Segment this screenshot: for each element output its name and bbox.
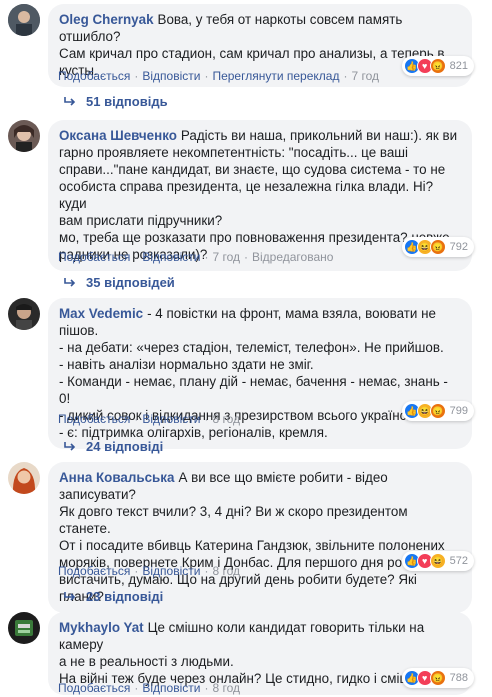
comment-author[interactable]: Анна Ковальська	[59, 470, 174, 485]
angry-reaction-icon: 😠	[429, 670, 446, 686]
reaction-count: 792	[449, 241, 468, 253]
haha-reaction-icon: 😆	[429, 553, 446, 569]
reply-link[interactable]: Відповісти	[142, 412, 200, 426]
reaction-count: 788	[449, 672, 468, 684]
reply-link[interactable]: Відповісти	[142, 564, 200, 578]
like-link[interactable]: Подобається	[58, 69, 130, 83]
like-link[interactable]: Подобається	[58, 250, 130, 264]
reactions-summary[interactable]: 👍 ♥ 😠 821	[401, 56, 474, 76]
avatar[interactable]	[8, 120, 40, 152]
reactions-summary[interactable]: 👍 😆 😠 799	[401, 401, 474, 421]
comment-actions: Подобається · Відповісти · Переглянути перек…	[58, 69, 380, 83]
comment-text-line: Радість ви наша, прикольний ви наш:). як…	[180, 128, 458, 143]
replies-count: 23 відповіді	[86, 589, 164, 604]
comment-author[interactable]: Оксана Шевченко	[59, 128, 177, 143]
comment-text-line: Як довго текст вчили? 3, 4 дні? Ви ж ско…	[59, 504, 408, 536]
timestamp[interactable]: 8 год	[212, 681, 240, 695]
comment-text-line: Сам кричал про стадион, сам кричал про а…	[59, 46, 445, 61]
comment-text-line: а не в реальності з людьми.	[59, 654, 234, 669]
reaction-count: 572	[449, 555, 468, 567]
comment-text-line: - на дебати: «через стадіон, телеміст, т…	[59, 340, 444, 355]
view-replies-link[interactable]: 23 відповіді	[64, 588, 163, 606]
like-link[interactable]: Подобається	[58, 681, 130, 695]
like-link[interactable]: Подобається	[58, 564, 130, 578]
comment-text-line: гарно проявляете некомпетентність: "поса…	[59, 145, 408, 160]
angry-reaction-icon: 😠	[429, 239, 446, 255]
view-replies-link[interactable]: 24 відповіді	[64, 438, 163, 456]
reactions-summary[interactable]: 👍 😆 😠 792	[401, 237, 474, 257]
reaction-count: 799	[449, 405, 468, 417]
comment-text-line: - Команди - немає, плану дій - немає, ба…	[59, 374, 448, 406]
timestamp[interactable]: 7 год	[351, 69, 379, 83]
reply-arrow-icon	[64, 278, 76, 287]
comment-text-line: - навіть аналізи нормально здати не зміг…	[59, 357, 314, 372]
reply-arrow-icon	[64, 442, 76, 451]
see-translation-link[interactable]: Переглянути переклад	[212, 69, 339, 83]
reaction-count: 821	[449, 60, 468, 72]
angry-reaction-icon: 😠	[429, 58, 446, 74]
comment-actions: Подобається · Відповісти · 7 год · Відредагова…	[58, 250, 334, 264]
like-link[interactable]: Подобається	[58, 412, 130, 426]
avatar[interactable]	[8, 462, 40, 494]
comment-actions: Подобається · Відповісти · 8 год	[58, 412, 240, 426]
reactions-summary[interactable]: 👍 ♥ 😆 572	[401, 551, 474, 571]
avatar[interactable]	[8, 298, 40, 330]
edited-label[interactable]: Відредаговано	[252, 250, 333, 264]
comment-text-line: справи..."пане кандидат, ви знаєте, що с…	[59, 162, 446, 177]
angry-reaction-icon: 😠	[429, 403, 446, 419]
reply-link[interactable]: Відповісти	[142, 250, 200, 264]
replies-count: 35 відповідей	[86, 275, 175, 290]
comment-text-line: вам прислати підручники?	[59, 213, 223, 228]
avatar[interactable]	[8, 612, 40, 644]
reply-arrow-icon	[64, 97, 76, 106]
timestamp[interactable]: 7 год	[212, 250, 240, 264]
comment-text-line: От і посадите вбивць Катерина Гандзюк, з…	[59, 538, 445, 553]
comment-text-line: мо, треба ще розказати про повноваження …	[59, 230, 450, 245]
avatar[interactable]	[8, 4, 40, 36]
timestamp[interactable]: 8 год	[212, 412, 240, 426]
comment-text-line: особиста справа президента, це незалежна…	[59, 179, 434, 211]
comment-author[interactable]: Mykhaylo Yat	[59, 620, 144, 635]
comment-author[interactable]: Max Vedemic	[59, 306, 143, 321]
timestamp[interactable]: 8 год	[212, 564, 240, 578]
reply-link[interactable]: Відповісти	[142, 681, 200, 695]
view-replies-link[interactable]: 35 відповідей	[64, 274, 175, 292]
comment-actions: Подобається · Відповісти · 8 год	[58, 564, 240, 578]
replies-count: 51 відповідь	[86, 94, 168, 109]
reply-link[interactable]: Відповісти	[142, 69, 200, 83]
comment-actions: Подобається · Відповісти · 8 год	[58, 681, 240, 695]
replies-count: 24 відповіді	[86, 439, 164, 454]
view-replies-link[interactable]: 51 відповідь	[64, 93, 168, 111]
reply-arrow-icon	[64, 592, 76, 601]
comment-author[interactable]: Oleg Chernyak	[59, 12, 154, 27]
reactions-summary[interactable]: 👍 ♥ 😠 788	[401, 668, 474, 688]
